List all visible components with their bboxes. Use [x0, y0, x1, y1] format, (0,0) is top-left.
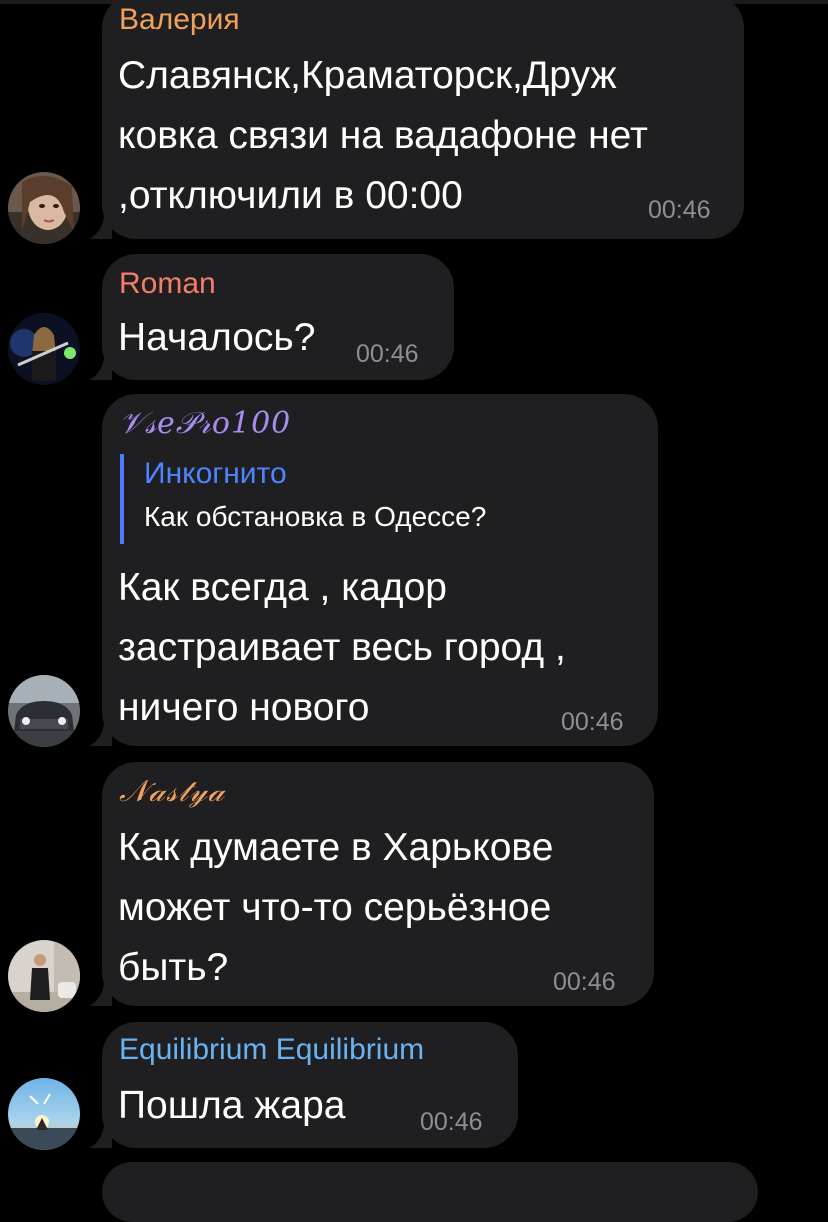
message-vsepro100[interactable]: 𝒱𝓈𝑒𝒫𝓇𝑜100 Инкогнито Как обстановка в Оде… [0, 394, 828, 747]
message-text: Как всегда , кадор застраивает весь горо… [118, 566, 566, 729]
sender-name[interactable]: Equilibrium Equilibrium [119, 1032, 424, 1068]
sender-name[interactable]: Валерия [119, 2, 240, 38]
bubble-tail [88, 984, 112, 1006]
bubble-tail [88, 217, 112, 239]
reply-author: Инкогнито [144, 457, 287, 490]
message-text: Славянск,Краматорск,Друж ковка связи на … [118, 54, 648, 217]
message-text: Пошла жара [118, 1084, 346, 1127]
sender-name[interactable]: 𝒩𝒶𝓈𝓉𝓎𝒶 [119, 774, 225, 810]
bubble-tail [88, 724, 112, 746]
message-time: 00:46 [648, 196, 711, 224]
reply-quote[interactable]: Инкогнито Как обстановка в Одессе? [120, 454, 486, 544]
message-time: 00:46 [420, 1108, 483, 1136]
sender-name[interactable]: Roman [119, 266, 216, 302]
message-time: 00:46 [561, 708, 624, 736]
message-nastya[interactable]: 𝒩𝒶𝓈𝓉𝓎𝒶 Как думаете в Харькове может что-… [0, 762, 828, 1012]
message-bubble[interactable]: 𝒱𝓈𝑒𝒫𝓇𝑜100 Инкогнито Как обстановка в Оде… [102, 394, 658, 746]
bubble-tail [88, 1126, 112, 1148]
car-avatar[interactable] [8, 675, 80, 747]
bubble-tail [88, 358, 112, 380]
message-bubble[interactable]: Валерия Славянск,Краматорск,Друж ковка с… [102, 0, 744, 239]
message-text: Началось? [118, 316, 316, 359]
message-roman[interactable]: Roman Началось? 00:46 [0, 254, 828, 385]
girl-portrait-avatar[interactable] [8, 172, 80, 244]
message-bubble[interactable]: Roman Началось? 00:46 [102, 254, 454, 380]
message-bubble[interactable]: Equilibrium Equilibrium Пошла жара 00:46 [102, 1022, 518, 1148]
message-valeria[interactable]: Валерия Славянск,Краматорск,Друж ковка с… [0, 0, 828, 245]
reply-text: Как обстановка в Одессе? [144, 501, 487, 532]
sender-name[interactable]: 𝒱𝓈𝑒𝒫𝓇𝑜100 [119, 406, 291, 442]
message-equilibrium[interactable]: Equilibrium Equilibrium Пошла жара 00:46 [0, 1022, 828, 1150]
message-text: Как думаете в Харькове может что-то серь… [118, 826, 554, 989]
message-bubble[interactable]: 𝒩𝒶𝓈𝓉𝓎𝒶 Как думаете в Харькове может что-… [102, 762, 654, 1006]
woman-in-room-avatar[interactable] [8, 940, 80, 1012]
sunset-sky-avatar[interactable] [8, 1078, 80, 1150]
message-time: 00:46 [356, 340, 419, 368]
message-time: 00:46 [553, 968, 616, 996]
guitarist-on-stage-avatar[interactable] [8, 313, 80, 385]
next-message-bubble-partial[interactable] [102, 1162, 758, 1222]
